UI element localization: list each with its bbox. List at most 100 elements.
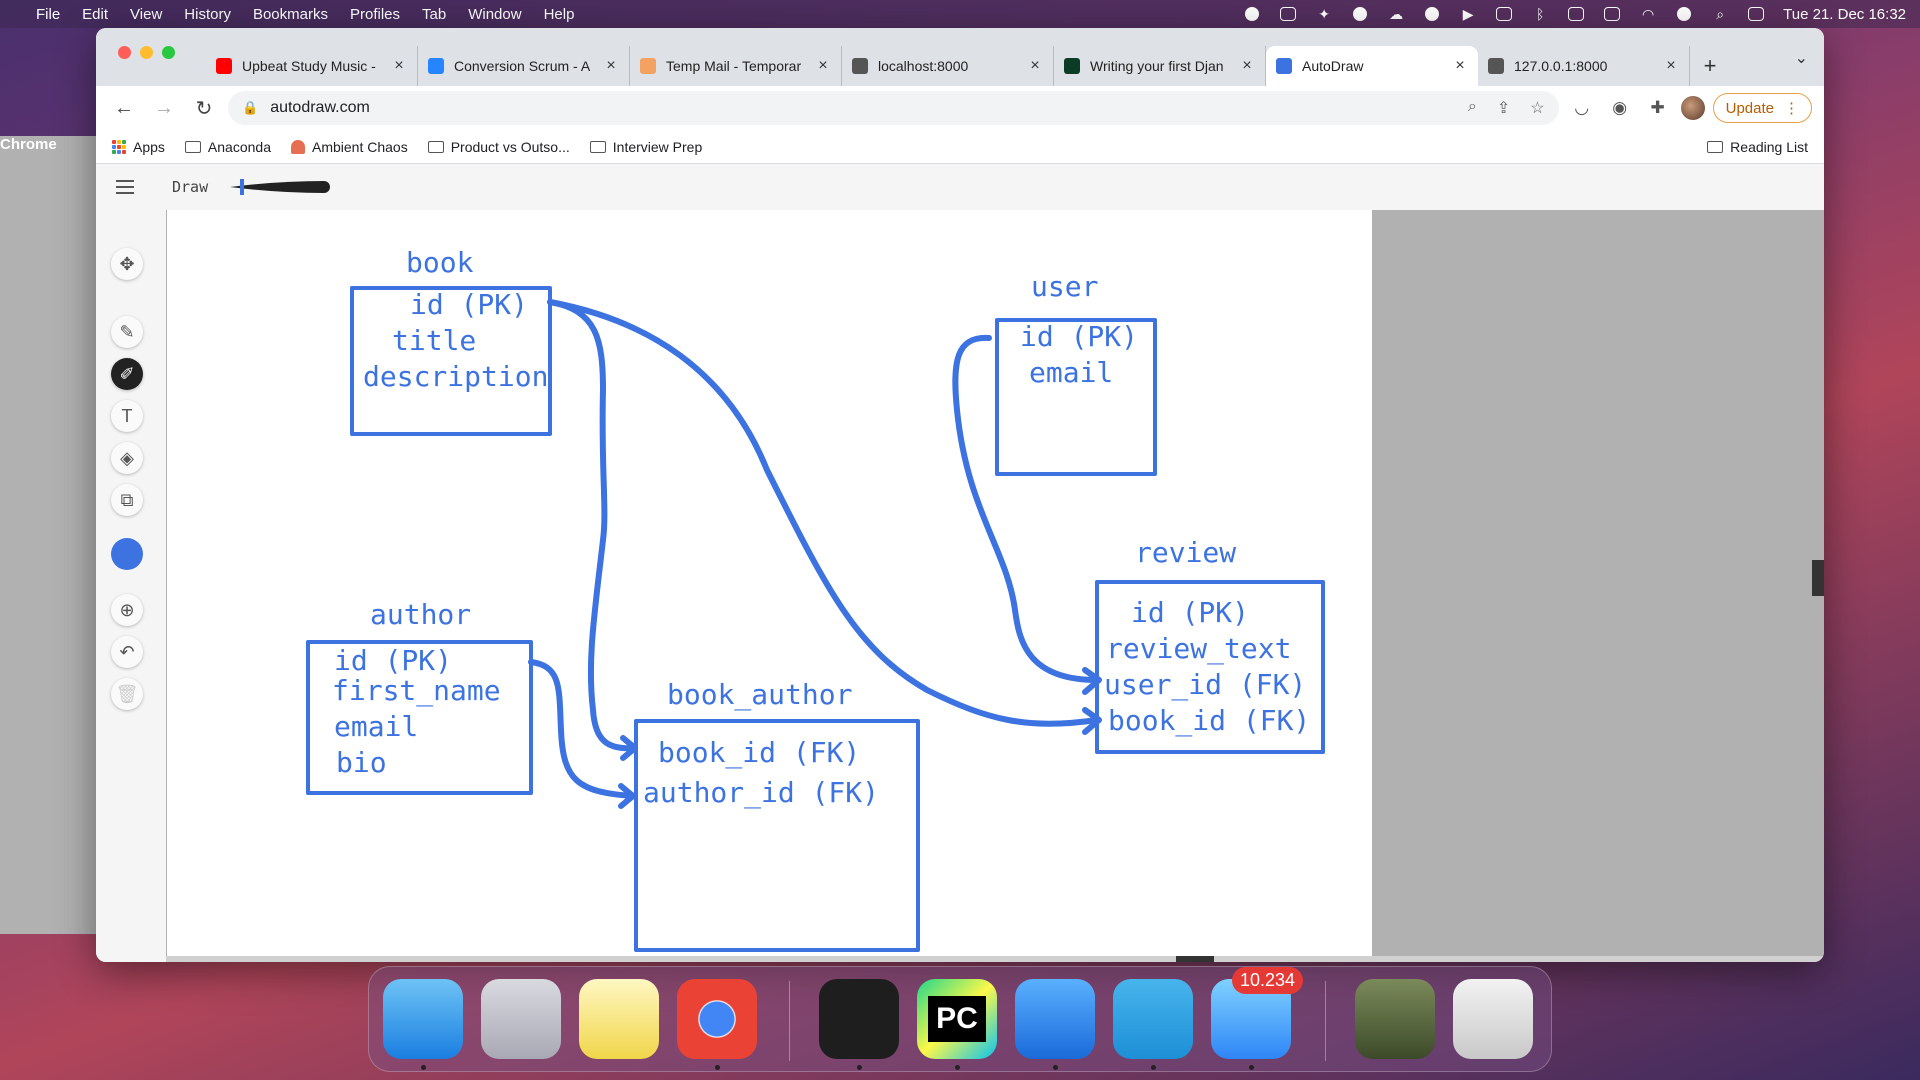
bolt-icon[interactable]: [1351, 6, 1369, 22]
minimize-window-button[interactable]: [140, 46, 153, 59]
tab-close-icon[interactable]: ×: [1452, 57, 1468, 75]
pycharm-icon[interactable]: PC: [917, 979, 997, 1059]
tab-close-icon[interactable]: ×: [1027, 57, 1043, 75]
update-button[interactable]: Update ⋮: [1712, 93, 1812, 123]
draw-tool-icon[interactable]: ✐: [111, 358, 143, 390]
tab-search-chevron-icon[interactable]: ⌄: [1795, 48, 1808, 68]
tab-label: AutoDraw: [1302, 58, 1364, 74]
tab-2[interactable]: Temp Mail - Temporar ×: [630, 46, 842, 86]
autodraw-tool-icon[interactable]: ✎: [111, 316, 143, 348]
menu-edit[interactable]: Edit: [82, 6, 108, 23]
bluetooth-icon[interactable]: ᛒ: [1531, 6, 1549, 22]
reading-list-button[interactable]: Reading List: [1707, 139, 1808, 155]
user-switch-icon[interactable]: [1675, 6, 1693, 22]
fullscreen-window-button[interactable]: [162, 46, 175, 59]
vertical-scroll-thumb[interactable]: [1812, 560, 1824, 596]
spotlight-search-icon[interactable]: ⌕: [1711, 6, 1729, 22]
cloud-icon[interactable]: ☁: [1387, 6, 1405, 22]
flag-icon[interactable]: [1567, 6, 1585, 22]
shape-tool-icon[interactable]: ⧉: [111, 484, 143, 516]
zoom-icon[interactable]: ⌕: [1468, 98, 1477, 118]
menu-window[interactable]: Window: [468, 6, 521, 23]
mail-icon[interactable]: 10.234: [1211, 967, 1303, 1059]
field-book-description: description: [363, 360, 548, 393]
spy-icon[interactable]: [1423, 6, 1441, 22]
menu-file[interactable]: File: [36, 6, 60, 23]
extension-circle-icon[interactable]: ◉: [1605, 93, 1635, 123]
fill-tool-icon[interactable]: ◈: [111, 442, 143, 474]
hamburger-menu-icon[interactable]: [116, 180, 134, 194]
finder-icon[interactable]: [383, 979, 463, 1059]
wifi-icon[interactable]: ◠: [1639, 6, 1657, 22]
type-tool-icon[interactable]: T: [111, 400, 143, 432]
play-icon[interactable]: ▶: [1459, 6, 1477, 22]
brush-size-slider[interactable]: [228, 177, 332, 197]
bookmark-3[interactable]: Product vs Outso...: [427, 139, 570, 155]
bookmark-4[interactable]: Interview Prep: [589, 139, 702, 155]
screen-record-icon[interactable]: [1279, 6, 1297, 22]
new-tab-button[interactable]: +: [1690, 46, 1730, 86]
tab-6[interactable]: 127.0.0.1:8000 ×: [1478, 46, 1690, 86]
tab-close-icon[interactable]: ×: [815, 57, 831, 75]
tab-1[interactable]: Conversion Scrum - A ×: [418, 46, 630, 86]
menu-view[interactable]: View: [130, 6, 162, 23]
bookmark-1[interactable]: Anaconda: [184, 139, 271, 155]
pocket-icon[interactable]: ◡: [1567, 93, 1597, 123]
pycharm-logo-text: PC: [928, 996, 986, 1042]
drawing-canvas[interactable]: book id (PK) title description user id (…: [167, 210, 1372, 956]
tab-close-icon[interactable]: ×: [603, 57, 619, 75]
tab-label: Temp Mail - Temporar: [666, 58, 802, 74]
memory-icon[interactable]: [1495, 6, 1513, 22]
share-icon[interactable]: ⇪: [1497, 98, 1510, 118]
address-bar[interactable]: 🔒 autodraw.com ⌕ ⇪ ☆: [228, 91, 1559, 125]
bookmark-0[interactable]: Apps: [112, 139, 165, 155]
tab-3[interactable]: localhost:8000 ×: [842, 46, 1054, 86]
lock-icon[interactable]: 🔒: [242, 100, 258, 116]
menu-bookmarks[interactable]: Bookmarks: [253, 6, 328, 23]
chrome-icon[interactable]: [677, 979, 757, 1059]
notes-icon[interactable]: [579, 979, 659, 1059]
back-button[interactable]: ←: [108, 92, 140, 124]
menu-tab[interactable]: Tab: [422, 6, 446, 23]
forward-button[interactable]: →: [148, 92, 180, 124]
tab-close-icon[interactable]: ×: [1663, 57, 1679, 75]
profile-avatar[interactable]: [1680, 96, 1705, 120]
preview-icon[interactable]: [1355, 979, 1435, 1059]
keynote-icon[interactable]: [1015, 979, 1095, 1059]
menu-profiles[interactable]: Profiles: [350, 6, 400, 23]
move-tool-icon[interactable]: ✥: [111, 248, 143, 280]
browser-window: Upbeat Study Music - × Conversion Scrum - …: [96, 28, 1824, 962]
bird-icon[interactable]: ✦: [1315, 6, 1333, 22]
undo-icon[interactable]: ↶: [111, 636, 143, 668]
launchpad-icon[interactable]: [481, 979, 561, 1059]
control-center-icon[interactable]: [1747, 6, 1765, 22]
tab-close-icon[interactable]: ×: [391, 57, 407, 75]
bookmark-2[interactable]: Ambient Chaos: [290, 139, 408, 155]
tabs: Upbeat Study Music - × Conversion Scrum - …: [206, 46, 1690, 86]
terminal-icon[interactable]: [819, 979, 899, 1059]
close-window-button[interactable]: [118, 46, 131, 59]
tab-5[interactable]: AutoDraw ×: [1266, 46, 1478, 86]
extensions-puzzle-icon[interactable]: ✚: [1643, 93, 1673, 123]
bookmark-star-icon[interactable]: ☆: [1530, 98, 1544, 118]
delete-icon[interactable]: 🗑: [111, 678, 143, 710]
telegram-icon[interactable]: [1113, 979, 1193, 1059]
clock[interactable]: Tue 21. Dec 16:32: [1783, 6, 1906, 23]
trash-icon[interactable]: [1453, 979, 1533, 1059]
color-picker-button[interactable]: [111, 538, 143, 570]
folder-icon: [589, 140, 606, 153]
tab-4[interactable]: Writing your first Djan ×: [1054, 46, 1266, 86]
navigation-icon[interactable]: [1243, 6, 1261, 22]
tab-0[interactable]: Upbeat Study Music - ×: [206, 46, 418, 86]
tab-strip: Upbeat Study Music - × Conversion Scrum - …: [96, 28, 1824, 86]
address-url[interactable]: autodraw.com: [270, 99, 370, 117]
battery-icon[interactable]: [1603, 6, 1621, 22]
reload-button[interactable]: ↻: [188, 92, 220, 124]
horizontal-scroll-thumb[interactable]: [1176, 956, 1214, 962]
zoom-tool-icon[interactable]: ⊕: [111, 594, 143, 626]
tab-close-icon[interactable]: ×: [1239, 57, 1255, 75]
menu-help[interactable]: Help: [544, 6, 575, 23]
autodraw-app: Draw ✥ ✎ ✐ T ◈ ⧉ ⊕ ↶ 🗑 book id (PK) titl…: [96, 164, 1824, 962]
horizontal-scrollbar[interactable]: [166, 956, 1824, 962]
menu-history[interactable]: History: [184, 6, 231, 23]
